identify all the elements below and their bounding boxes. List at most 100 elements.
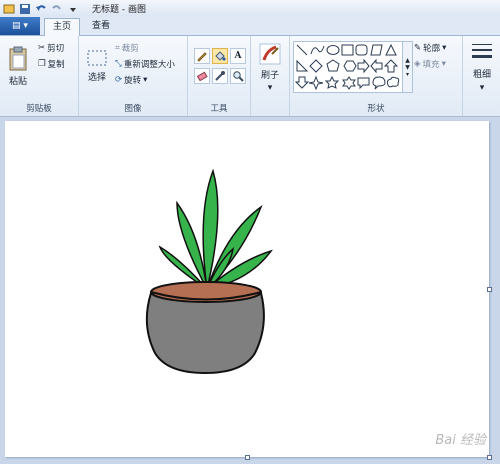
paste-label: 粘贴 [8,76,27,87]
rotate-icon: ⟳ [115,75,123,85]
scroll-down-icon: ▼ [405,63,410,71]
chevron-down-icon: ▾ [479,82,485,93]
save-icon[interactable] [18,2,31,15]
crop-button[interactable]: ⌗ 裁剪 [115,42,139,54]
callout-oval-shape-icon[interactable] [372,76,386,90]
select-icon [87,50,107,66]
diamond-shape-icon[interactable] [309,59,323,73]
scroll-up-icon: ▲ [405,56,410,64]
color-picker-icon[interactable] [212,68,228,84]
quick-access-toolbar [2,2,79,15]
cut-button[interactable]: ✂ 剪切 [38,42,64,54]
copy-icon: ❐ [38,59,46,69]
polygon-shape-icon[interactable] [370,44,383,56]
tools-group: A 工具 [188,36,251,116]
undo-icon[interactable] [34,2,47,15]
callout-rectangle-shape-icon[interactable] [357,77,370,90]
brush-label: 刷子 [260,70,279,81]
brush-group: 刷子 ▾ [251,36,290,116]
fill-bucket-icon[interactable] [212,48,228,64]
clipboard-group: 粘贴 ✂ 剪切 ❐ 复制 剪贴板 [0,36,79,116]
line-width-icon [472,43,492,58]
chevron-down-icon: ▾ [441,59,446,69]
resize-label: 重新调整大小 [123,60,175,70]
clipboard-group-label: 剪贴板 [26,104,52,114]
resize-handle-right[interactable] [487,287,492,292]
paste-icon [9,46,27,70]
resize-button[interactable]: ⤡ 重新调整大小 [115,58,175,70]
six-point-star-shape-icon[interactable] [342,76,356,90]
resize-handle-corner[interactable] [487,455,492,460]
size-group: 粗细 ▾ [463,36,500,116]
tab-home[interactable]: 主页 [44,18,81,36]
arrow-down-shape-icon[interactable] [294,76,310,89]
select-label: 选择 [87,73,106,83]
tools-group-label: 工具 [210,104,228,114]
shapes-group-label: 形状 [367,104,385,114]
callout-cloud-shape-icon[interactable] [386,76,400,88]
size-label: 粗细 [472,69,491,80]
outline-icon: ✎ [414,43,422,53]
rectangle-shape-icon[interactable] [341,44,354,56]
plant-drawing [145,168,273,375]
copy-button[interactable]: ❐ 复制 [38,58,65,70]
watermark: Bai 经验 [435,433,486,448]
eraser-icon[interactable] [194,68,210,84]
hexagon-shape-icon[interactable] [343,60,357,72]
curve-shape-icon[interactable] [310,45,325,55]
arrow-up-shape-icon[interactable] [383,59,399,73]
resize-handle-bottom[interactable] [245,455,250,460]
rotate-label: 旋转 [124,76,142,86]
crop-label: 裁剪 [121,44,139,54]
line-shape-icon[interactable] [296,44,308,56]
pot-body [145,292,265,375]
app-icon[interactable] [2,2,15,15]
scissors-icon: ✂ [38,43,46,53]
tab-view[interactable]: 查看 [84,18,118,35]
outline-button[interactable]: ✎ 轮廓 ▾ [414,42,446,54]
oval-shape-icon[interactable] [326,45,340,55]
shapes-gallery [293,41,403,93]
magnifier-icon[interactable] [230,68,246,84]
rotate-button[interactable]: ⟳ 旋转 ▾ [115,74,147,86]
chevron-down-icon: ▾ [442,43,447,53]
image-group: 选择 ⌗ 裁剪 ⤡ 重新调整大小 ⟳ 旋转 ▾ 图像 [79,36,188,116]
arrow-right-shape-icon[interactable] [357,58,370,74]
fill-label: 填充 [422,60,440,70]
four-point-star-shape-icon[interactable] [308,75,324,91]
title-bar: 无标题 - 画图 [0,0,500,18]
select-button[interactable]: 选择 [83,42,111,90]
expand-gallery-icon: ▾ [405,70,409,78]
canvas-workspace: Bai 经验 [0,117,500,464]
crop-icon: ⌗ [115,43,120,53]
ribbon: 粘贴 ✂ 剪切 ❐ 复制 剪贴板 选择 ⌗ 裁剪 ⤡ 重新调整大小 ⟳ 旋转 ▾… [0,36,500,117]
chevron-down-icon: ▾ [267,82,273,93]
file-menu-button[interactable]: ▤ ▾ [0,17,40,35]
window-title: 无标题 - 画图 [92,5,146,15]
pentagon-shape-icon[interactable] [326,59,340,72]
text-tool-icon[interactable]: A [230,48,246,64]
copy-label: 复制 [47,60,65,70]
right-triangle-shape-icon[interactable] [296,59,309,72]
chevron-down-icon: ▾ [143,75,148,85]
size-button[interactable]: 粗细 ▾ [467,41,497,93]
image-group-label: 图像 [124,104,142,114]
brush-button[interactable]: 刷子 ▾ [255,41,285,93]
five-point-star-shape-icon[interactable] [324,75,340,89]
arrow-left-shape-icon[interactable] [370,58,383,74]
resize-icon: ⤡ [115,59,122,69]
customize-qat-icon[interactable] [66,2,79,15]
brush-icon [259,43,281,64]
fill-button[interactable]: ◈ 填充 ▾ [414,58,446,70]
cut-label: 剪切 [47,44,65,54]
paste-button[interactable]: 粘贴 [4,40,32,92]
drawing-canvas[interactable] [5,121,492,460]
fill-icon: ◈ [414,59,421,69]
redo-icon[interactable] [50,2,63,15]
triangle-shape-icon[interactable] [385,43,397,56]
outline-label: 轮廓 [423,44,441,54]
pencil-icon[interactable] [194,48,210,64]
rounded-rectangle-shape-icon[interactable] [355,44,368,56]
ribbon-tab-row: ▤ ▾ 主页 查看 [0,17,500,36]
shapes-scroll[interactable]: ▲ ▼ ▾ [402,41,413,93]
